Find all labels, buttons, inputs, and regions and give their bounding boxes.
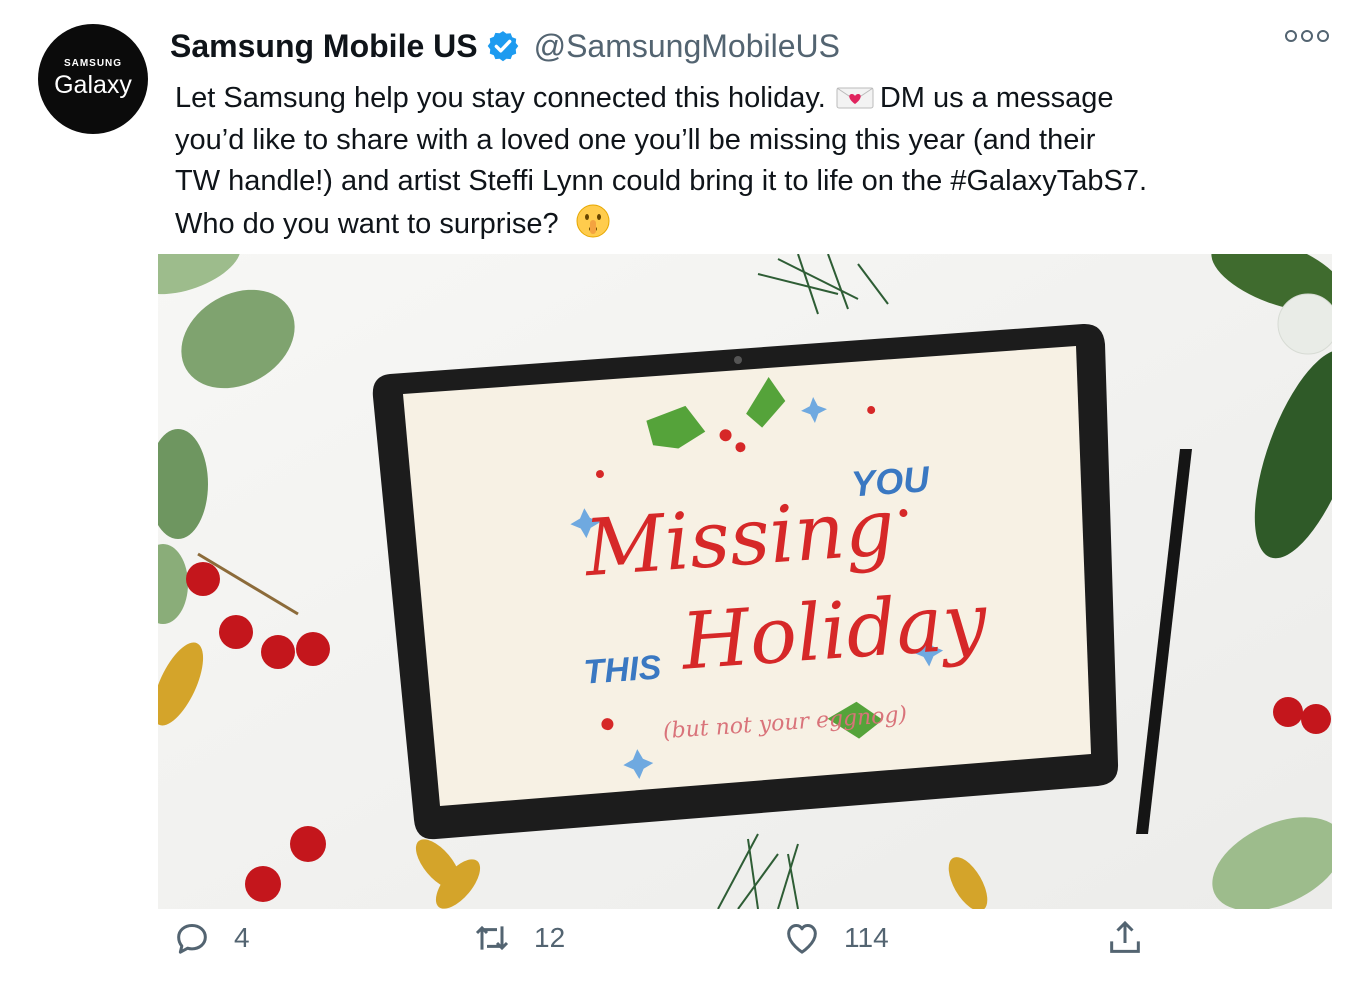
- avatar-brand: SAMSUNG: [63, 58, 123, 69]
- tweet-line-4: Who do you want to surprise?: [175, 203, 1325, 246]
- like-action[interactable]: 114: [782, 918, 889, 958]
- tweet-line-1-b: DM us a message: [879, 82, 1114, 114]
- artwork-text-you: YOU: [850, 458, 932, 504]
- love-letter-emoji-icon: [836, 80, 874, 109]
- tweet-header: Samsung Mobile US @SamsungMobileUS: [170, 26, 840, 66]
- tweet-action-bar: 4 12 114: [160, 918, 1160, 968]
- reply-action[interactable]: 4: [172, 918, 250, 958]
- reply-icon[interactable]: [172, 918, 212, 958]
- reply-count: 4: [234, 922, 250, 953]
- tweet-line-4-text: Who do you want to surprise?: [175, 207, 559, 240]
- avatar[interactable]: SAMSUNG Galaxy: [38, 24, 148, 134]
- more-options-icon[interactable]: [1285, 30, 1329, 42]
- shushing-face-emoji-icon: [575, 203, 611, 239]
- tweet-line-1-a: Let Samsung help you stay connected this…: [175, 82, 826, 114]
- heart-icon[interactable]: [782, 918, 822, 958]
- tweet-media-image[interactable]: Missing YOU THIS Holiday (but not your e…: [158, 254, 1332, 909]
- share-action[interactable]: [1105, 918, 1145, 958]
- like-count: 114: [844, 922, 889, 953]
- tweet-line-1: Let Samsung help you stay connected this…: [175, 78, 1325, 120]
- tweet-text: Let Samsung help you stay connected this…: [175, 78, 1325, 245]
- share-icon[interactable]: [1105, 918, 1145, 958]
- artwork-text-this: THIS: [582, 648, 662, 691]
- display-name[interactable]: Samsung Mobile US: [170, 28, 478, 65]
- verified-badge-icon: [486, 29, 520, 63]
- tweet-line-3: TW handle!) and artist Steffi Lynn could…: [175, 165, 1148, 197]
- retweet-count: 12: [534, 922, 566, 953]
- retweet-icon[interactable]: [472, 918, 512, 958]
- avatar-product: Galaxy: [54, 71, 132, 99]
- retweet-action[interactable]: 12: [472, 918, 565, 958]
- handle[interactable]: @SamsungMobileUS: [534, 28, 840, 65]
- tweet-line-2: you’d like to share with a loved one you…: [175, 123, 1096, 156]
